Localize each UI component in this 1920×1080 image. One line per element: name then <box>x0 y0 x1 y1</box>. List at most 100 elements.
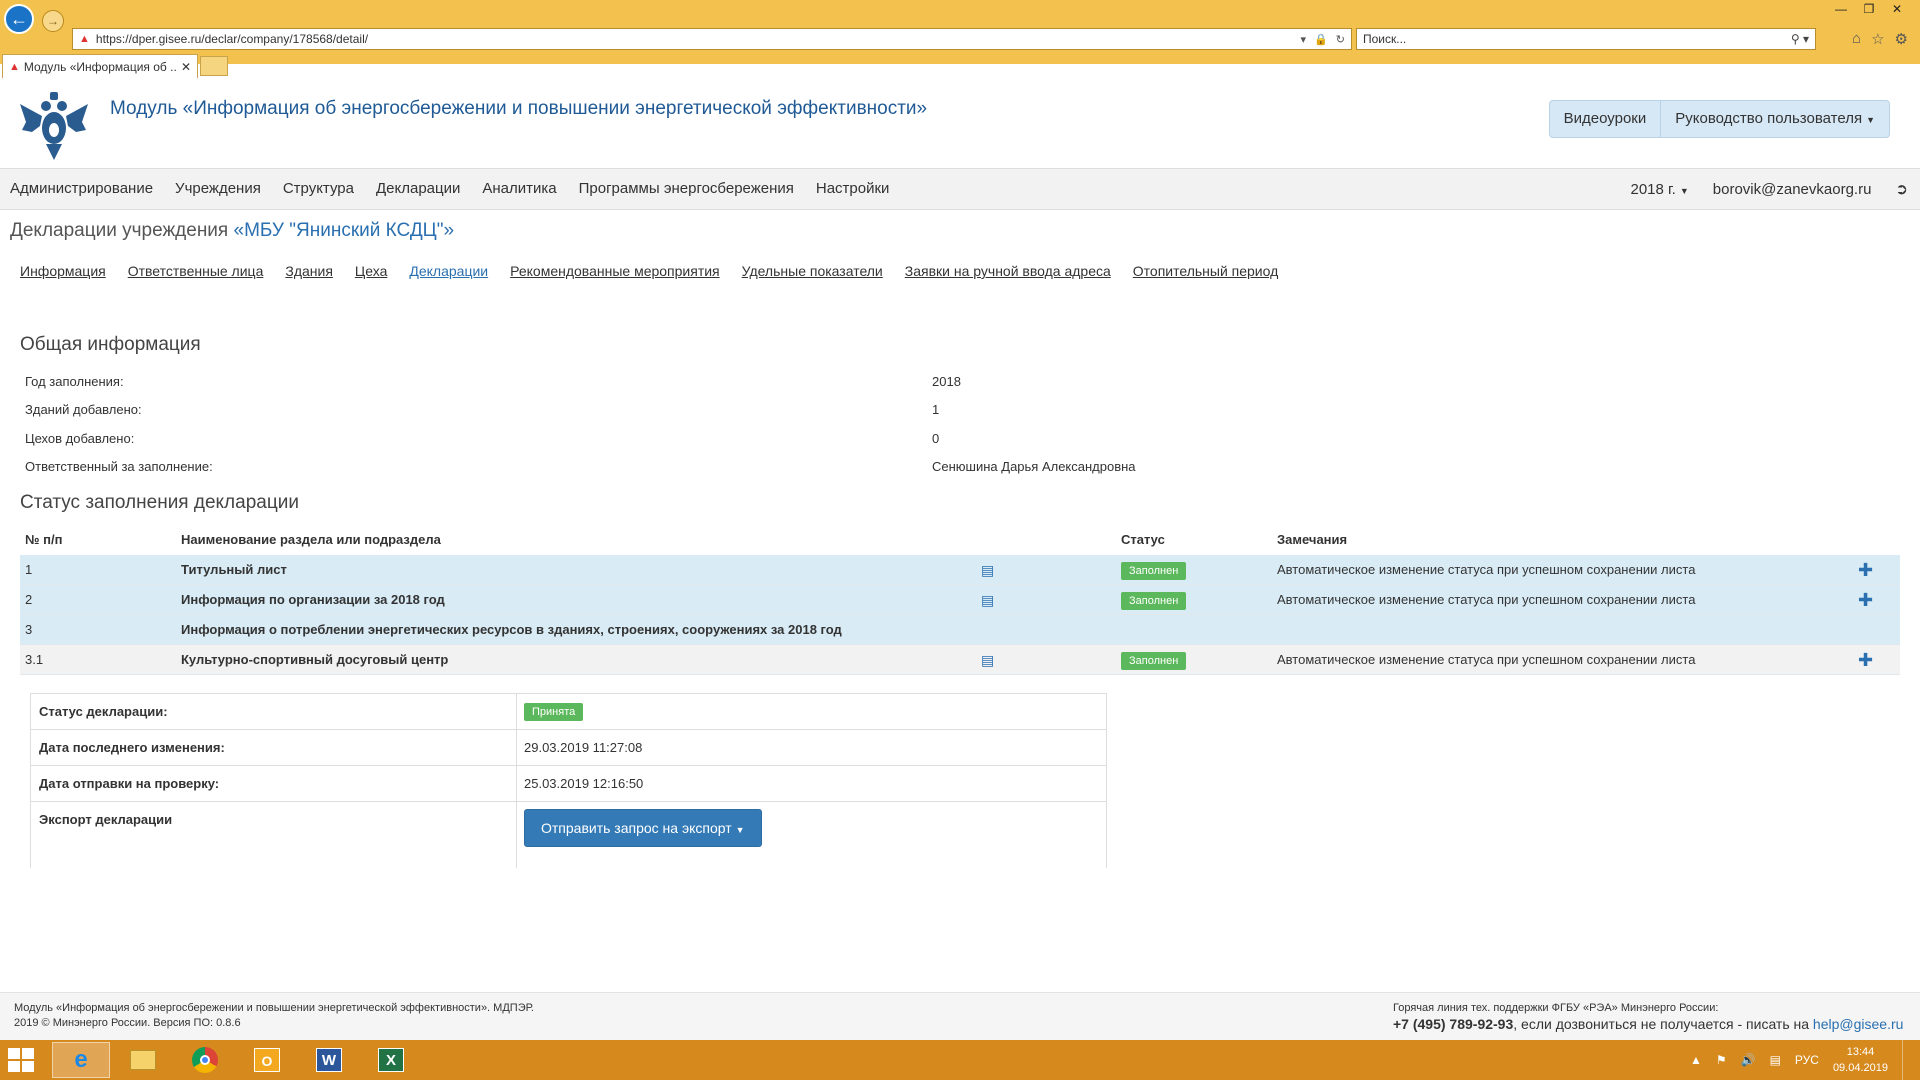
chrome-icon[interactable] <box>176 1042 234 1078</box>
footer-copyright: 2019 © Минэнерго России. Версия ПО: 0.8.… <box>14 1017 241 1029</box>
col-header-status: Статус <box>1121 532 1165 547</box>
lock-icon[interactable]: 🔒 <box>1314 33 1328 46</box>
tab-specific-indicators[interactable]: Удельные показатели <box>742 263 883 279</box>
modified-date-value: 29.03.2019 11:27:08 <box>524 740 643 755</box>
user-guide-label: Руководство пользователя <box>1675 110 1863 127</box>
table-header: № п/п Наименование раздела или подраздел… <box>20 525 1900 555</box>
edit-sheet-icon[interactable]: ▤ <box>981 645 994 675</box>
settings-gear-icon[interactable]: ⚙ <box>1895 30 1908 48</box>
forward-arrow-icon[interactable]: → <box>42 10 64 32</box>
internet-explorer-icon[interactable]: e <box>52 1042 110 1078</box>
table-row: 1 Титульный лист ▤ Заполнен Автоматическ… <box>20 555 1900 585</box>
windows-start-icon[interactable] <box>8 1048 36 1072</box>
russian-emblem-icon <box>20 92 88 160</box>
plus-icon[interactable]: ✚ <box>1858 645 1873 675</box>
favorites-star-icon[interactable]: ☆ <box>1871 30 1884 48</box>
show-desktop-button[interactable] <box>1902 1040 1910 1080</box>
tab-heating-period[interactable]: Отопительный период <box>1133 263 1279 279</box>
declaration-status-label: Статус декларации: <box>39 704 168 719</box>
subtabs: Информация Ответственные лица Здания Цех… <box>20 263 1278 279</box>
browser-search[interactable]: ⚲ ▾ <box>1356 28 1816 50</box>
organization-link[interactable]: «МБУ "Янинский КСДЦ"» <box>234 220 455 241</box>
export-button-label: Отправить запрос на экспорт <box>541 820 732 836</box>
tray-expand-icon[interactable]: ▲ <box>1690 1053 1702 1067</box>
new-tab-button[interactable] <box>200 56 228 76</box>
status-section-title: Статус заполнения декларации <box>20 492 299 513</box>
info-label: Цехов добавлено: <box>25 431 135 446</box>
info-label: Зданий добавлено: <box>25 402 142 417</box>
nav-item-settings[interactable]: Настройки <box>816 169 901 209</box>
user-email[interactable]: borovik@zanevkaorg.ru <box>1713 181 1872 198</box>
home-icon[interactable]: ⌂ <box>1852 30 1861 48</box>
export-label: Экспорт декларации <box>39 812 173 827</box>
chevron-down-icon: ▼ <box>735 825 745 835</box>
nav-item-programs[interactable]: Программы энергосбережения <box>579 169 805 209</box>
restore-icon[interactable]: ❐ <box>1862 2 1876 16</box>
col-header-notes: Замечания <box>1277 532 1348 547</box>
video-lessons-button[interactable]: Видеоуроки <box>1550 101 1661 137</box>
browser-tab[interactable]: ▲ Модуль «Информация об ... ✕ <box>2 54 198 78</box>
row-num: 1 <box>25 562 33 577</box>
page-footer: Модуль «Информация об энергосбережении и… <box>0 992 1920 1040</box>
nav-item-structure[interactable]: Структура <box>283 169 365 209</box>
tab-workshops[interactable]: Цеха <box>355 263 387 279</box>
browser-toolbar-icons: ⌂ ☆ ⚙ <box>1852 30 1908 48</box>
tab-address-requests[interactable]: Заявки на ручной ввода адреса <box>905 263 1111 279</box>
excel-icon[interactable]: X <box>362 1042 420 1078</box>
address-bar[interactable]: ▲ https://dper.gisee.ru/declar/company/1… <box>72 28 1352 50</box>
edit-sheet-icon[interactable]: ▤ <box>981 555 994 585</box>
footer-email-link[interactable]: help@gisee.ru <box>1813 1016 1904 1032</box>
word-icon[interactable]: W <box>300 1042 358 1078</box>
footer-phone: +7 (495) 789-92-93 <box>1393 1016 1514 1032</box>
nav-item-analytics[interactable]: Аналитика <box>482 169 567 209</box>
status-badge: Заполнен <box>1121 561 1187 580</box>
export-request-button[interactable]: Отправить запрос на экспорт ▼ <box>524 809 762 847</box>
year-selector[interactable]: 2018 г. ▼ <box>1631 181 1689 198</box>
address-url[interactable]: https://dper.gisee.ru/declar/company/178… <box>96 32 1301 46</box>
window-controls: — ❐ ✕ <box>1834 2 1904 16</box>
action-center-icon[interactable]: ⚑ <box>1716 1053 1727 1067</box>
edit-sheet-icon[interactable]: ▤ <box>981 585 994 615</box>
search-icon[interactable]: ⚲ ▾ <box>1791 32 1809 46</box>
dropdown-caret-icon[interactable]: ▾ <box>1301 33 1307 46</box>
language-indicator[interactable]: РУС <box>1795 1053 1819 1067</box>
close-icon[interactable]: ✕ <box>1890 2 1904 16</box>
tab-buildings[interactable]: Здания <box>285 263 333 279</box>
tab-information[interactable]: Информация <box>20 263 106 279</box>
nav-item-institutions[interactable]: Учреждения <box>175 169 272 209</box>
network-icon[interactable]: ▤ <box>1770 1053 1781 1067</box>
tab-declarations[interactable]: Декларации <box>409 263 488 279</box>
nav-item-declarations[interactable]: Декларации <box>376 169 471 209</box>
declaration-status-row: Статус декларации: Принята <box>31 694 1106 730</box>
plus-icon[interactable]: ✚ <box>1858 555 1873 585</box>
outlook-icon[interactable]: O <box>238 1042 296 1078</box>
row-name[interactable]: Культурно-спортивный досуговый центр <box>181 645 448 675</box>
modified-date-row: Дата последнего изменения: 29.03.2019 11… <box>31 730 1106 766</box>
file-explorer-icon[interactable] <box>114 1042 172 1078</box>
refresh-icon[interactable]: ↻ <box>1336 33 1345 46</box>
nav-item-administration[interactable]: Администрирование <box>10 169 164 209</box>
back-arrow-icon[interactable]: ← <box>4 4 34 34</box>
system-tray: ▲ ⚑ 🔊 ▤ РУС 13:44 09.04.2019 <box>1690 1040 1910 1080</box>
declaration-status-badge: Принята <box>524 703 584 721</box>
row-name[interactable]: Информация по организации за 2018 год <box>181 585 445 615</box>
tab-close-icon[interactable]: ✕ <box>181 60 191 74</box>
minimize-icon[interactable]: — <box>1834 2 1848 16</box>
plus-icon[interactable]: ✚ <box>1858 585 1873 615</box>
info-value: 1 <box>932 402 940 417</box>
windows-taskbar: e O W X ▲ ⚑ 🔊 ▤ РУС 13:44 09.04.2019 <box>0 1040 1920 1080</box>
user-guide-button[interactable]: Руководство пользователя ▼ <box>1660 101 1889 137</box>
tab-recommended-measures[interactable]: Рекомендованные мероприятия <box>510 263 720 279</box>
volume-icon[interactable]: 🔊 <box>1741 1053 1756 1067</box>
row-num: 2 <box>25 592 33 607</box>
search-input[interactable] <box>1363 32 1791 46</box>
chevron-down-icon: ▼ <box>1866 115 1875 125</box>
tab-responsible-persons[interactable]: Ответственные лица <box>128 263 264 279</box>
tab-title: Модуль «Информация об ... <box>23 59 177 74</box>
logout-icon[interactable]: ➲ <box>1895 180 1908 198</box>
sent-date-row: Дата отправки на проверку: 25.03.2019 12… <box>31 766 1106 802</box>
clock[interactable]: 13:44 09.04.2019 <box>1833 1044 1888 1076</box>
status-table: № п/п Наименование раздела или подраздел… <box>20 525 1900 675</box>
page-title-prefix: Декларации учреждения <box>10 220 234 241</box>
row-name[interactable]: Титульный лист <box>181 555 287 585</box>
